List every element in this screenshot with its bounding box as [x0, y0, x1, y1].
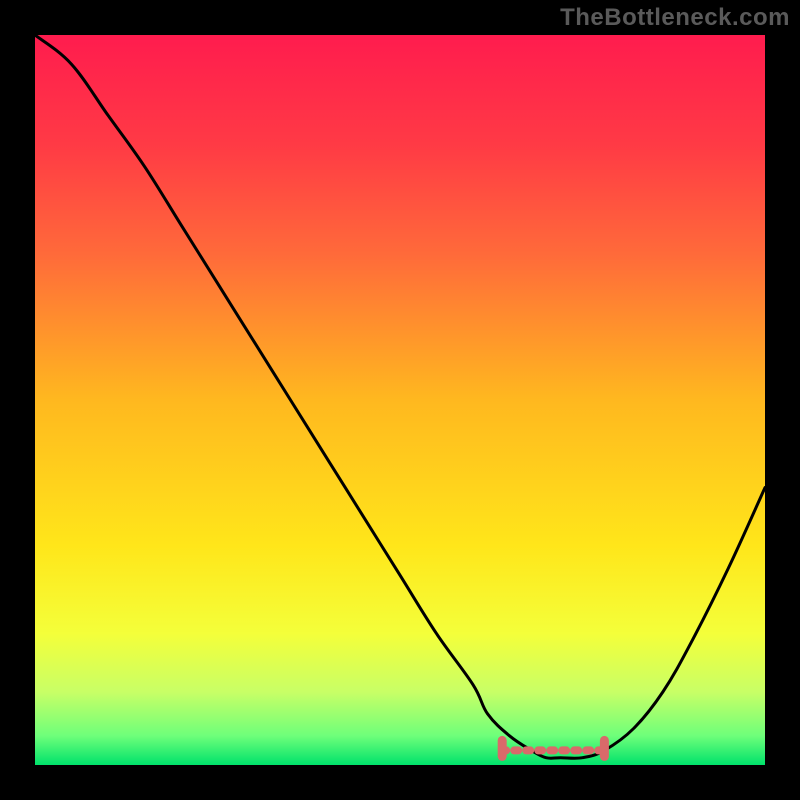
watermark-label: TheBottleneck.com: [560, 4, 790, 32]
chart-frame: TheBottleneck.com: [0, 0, 800, 800]
gradient-background: [35, 35, 765, 765]
bottleneck-chart: [0, 0, 800, 800]
